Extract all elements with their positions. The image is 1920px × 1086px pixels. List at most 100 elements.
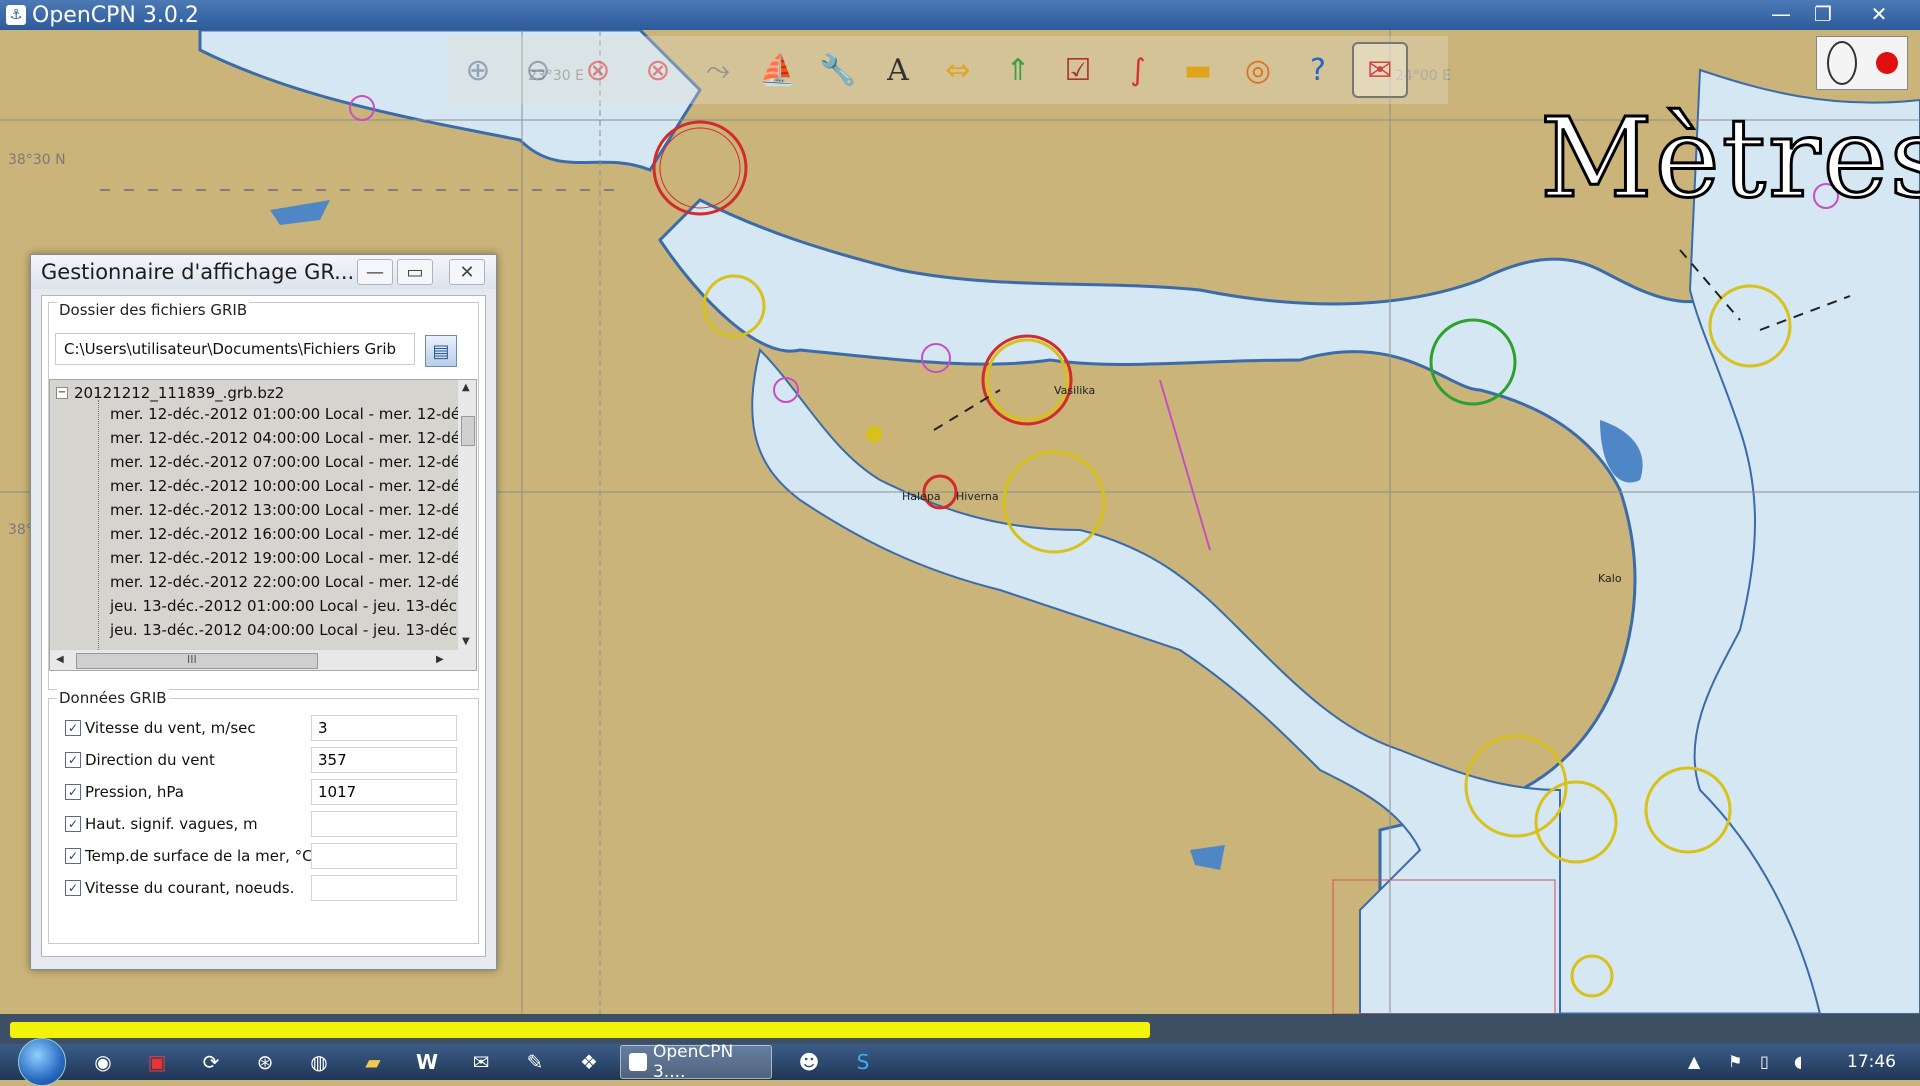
current-speed-label: Vitesse du courant, noeuds. <box>85 879 295 897</box>
tree-item[interactable]: mer. 12-déc.-2012 19:00:00 Local - mer. … <box>110 549 460 567</box>
help-icon[interactable]: ? <box>1292 44 1344 96</box>
tree-item[interactable]: jeu. 13-déc.-2012 04:00:00 Local - jeu. … <box>110 621 457 639</box>
tree-root-node[interactable]: − 20121212_111839_.grb.bz2 <box>56 384 284 402</box>
dialog-maximize-button[interactable]: ▭ <box>397 259 433 285</box>
pressure-checkbox[interactable]: ✓ <box>65 784 81 800</box>
network-icon[interactable]: ⊛ <box>248 1047 282 1077</box>
acrobat-icon[interactable]: ▣ <box>140 1047 174 1077</box>
opencpn-app-icon: ⚓ <box>6 5 26 25</box>
wave-height-value <box>311 811 457 837</box>
route-cancel-icon[interactable]: ⊗ <box>572 44 624 96</box>
dialog-minimize-button[interactable]: — <box>357 259 393 285</box>
tree-vertical-scrollbar[interactable]: ▲ ▼ <box>458 380 476 650</box>
cancel-icon[interactable]: ⊗ <box>632 44 684 96</box>
depth-unit-label: Mètres <box>1538 93 1920 224</box>
maximize-button[interactable]: ❐ <box>1802 0 1844 28</box>
notepad-icon[interactable]: ✎ <box>518 1047 552 1077</box>
field-row-pressure: ✓ Pression, hPa <box>65 779 184 805</box>
globe-icon[interactable]: ◍ <box>302 1047 336 1077</box>
grib-icon[interactable]: ✉ <box>1352 42 1408 98</box>
ship-icon[interactable]: ⛵ <box>752 44 804 96</box>
grib-folder-path-field[interactable]: C:\Users\utilisateur\Documents\Fichiers … <box>55 333 415 365</box>
skype-icon[interactable]: S <box>846 1047 880 1077</box>
wind-speed-checkbox[interactable]: ✓ <box>65 720 81 736</box>
track-icon[interactable]: ∫ <box>1112 44 1164 96</box>
battery-icon[interactable]: ▯ <box>1760 1052 1769 1071</box>
grib-folder-group-label: Dossier des fichiers GRIB <box>57 301 250 319</box>
zoom-out-icon[interactable]: ⊖ <box>512 44 564 96</box>
grib-data-group-label: Données GRIB <box>57 689 169 707</box>
sea-temp-checkbox[interactable]: ✓ <box>65 848 81 864</box>
lifebuoy-icon[interactable]: ◎ <box>1232 44 1284 96</box>
wrench-icon[interactable]: 🔧 <box>812 44 864 96</box>
word-icon[interactable]: W <box>410 1047 444 1077</box>
tree-item[interactable]: jeu. 13-déc.-2012 01:00:00 Local - jeu. … <box>110 597 457 615</box>
zoom-in-icon[interactable]: ⊕ <box>452 44 504 96</box>
horizontal-scroll-thumb[interactable]: III <box>76 653 318 669</box>
current-speed-checkbox[interactable]: ✓ <box>65 880 81 896</box>
grib-file-tree[interactable]: − 20121212_111839_.grb.bz2 mer. 12-déc.-… <box>49 379 477 671</box>
window-titlebar: ⚓ OpenCPN 3.0.2 — ❐ ✕ <box>0 0 1920 30</box>
flag-icon[interactable]: ⚑ <box>1728 1052 1742 1071</box>
tree-item[interactable]: mer. 12-déc.-2012 16:00:00 Local - mer. … <box>110 525 460 543</box>
route-icon[interactable]: ⤳ <box>692 44 744 96</box>
field-row-wind-speed: ✓ Vitesse du vent, m/sec <box>65 715 256 741</box>
start-button[interactable] <box>18 1038 66 1086</box>
place-name-hiverna: Hiverna <box>956 490 999 503</box>
tree-item[interactable]: mer. 12-déc.-2012 01:00:00 Local - mer. … <box>110 405 460 423</box>
wind-direction-value: 357 <box>311 747 457 773</box>
scroll-left-icon[interactable]: ◀ <box>56 654 64 665</box>
text-icon[interactable]: A <box>872 44 924 96</box>
compass-widget[interactable] <box>1816 36 1908 90</box>
field-row-wind-direction: ✓ Direction du vent <box>65 747 215 773</box>
tree-item[interactable]: mer. 12-déc.-2012 04:00:00 Local - mer. … <box>110 429 460 447</box>
wind-direction-label: Direction du vent <box>85 751 215 769</box>
tree-horizontal-scrollbar[interactable]: ◀ III ▶ <box>50 650 476 670</box>
field-row-sea-temp: ✓ Temp.de surface de la mer, °C <box>65 843 313 869</box>
minimize-button[interactable]: — <box>1760 0 1802 28</box>
vertical-scroll-thumb[interactable] <box>461 416 475 446</box>
taskbar-opencpn[interactable]: OpenCPN 3.... <box>620 1042 772 1082</box>
tray-expand-icon[interactable]: ▲ <box>1688 1052 1700 1071</box>
dialog-close-button[interactable]: ✕ <box>449 259 485 285</box>
tree-item[interactable]: mer. 12-déc.-2012 07:00:00 Local - mer. … <box>110 453 460 471</box>
grib-display-dialog: Gestionnaire d'affichage GR... — ▭ ✕ Dos… <box>30 254 497 970</box>
wind-direction-checkbox[interactable]: ✓ <box>65 752 81 768</box>
volume-icon[interactable]: ◖ <box>1794 1052 1802 1071</box>
compass-needle-icon <box>1826 41 1857 85</box>
record-dot-icon <box>1875 52 1898 74</box>
system-clock: 17:46 <box>1847 1052 1896 1072</box>
place-name-vasilika: Vasilika <box>1054 384 1096 397</box>
grib-data-group: Données GRIB ✓ Vitesse du vent, m/sec 3 ✓… <box>48 689 479 944</box>
select-icon[interactable]: ⇑ <box>992 44 1044 96</box>
sea-temp-label: Temp.de surface de la mer, °C <box>85 847 313 865</box>
sync-icon[interactable]: ⟳ <box>194 1047 228 1077</box>
tree-item[interactable]: mer. 12-déc.-2012 22:00:00 Local - mer. … <box>110 573 460 591</box>
pressure-label: Pression, hPa <box>85 783 184 801</box>
scroll-right-icon[interactable]: ▶ <box>436 654 444 665</box>
scroll-up-icon[interactable]: ▲ <box>462 382 470 393</box>
wave-height-checkbox[interactable]: ✓ <box>65 816 81 832</box>
move-icon[interactable]: ⇔ <box>932 44 984 96</box>
wind-speed-value: 3 <box>311 715 457 741</box>
thunderbird-icon[interactable]: ✉ <box>464 1047 498 1077</box>
field-row-current-speed: ✓ Vitesse du courant, noeuds. <box>65 875 294 901</box>
people-icon[interactable]: ☻ <box>792 1047 826 1077</box>
dialog-body: Dossier des fichiers GRIB C:\Users\utili… <box>41 295 486 957</box>
scroll-grip: III <box>187 653 197 666</box>
tree-item[interactable]: mer. 12-déc.-2012 10:00:00 Local - mer. … <box>110 477 460 495</box>
opencpn-task-icon <box>629 1053 647 1071</box>
grib-timeline-bar[interactable] <box>10 1022 1150 1038</box>
collapse-icon[interactable]: − <box>56 387 68 399</box>
explorer-icon[interactable]: ▰ <box>356 1047 390 1077</box>
folder-icon: ▤ <box>432 340 450 362</box>
field-row-wave-height: ✓ Haut. signif. vagues, m <box>65 811 258 837</box>
scroll-down-icon[interactable]: ▼ <box>462 636 470 647</box>
browse-folder-button[interactable]: ▤ <box>425 335 457 367</box>
chrome-icon[interactable]: ◉ <box>86 1047 120 1077</box>
tree-item[interactable]: mer. 12-déc.-2012 13:00:00 Local - mer. … <box>110 501 460 519</box>
graph-icon[interactable]: ☑ <box>1052 44 1104 96</box>
layer-icon[interactable]: ▬ <box>1172 44 1224 96</box>
app-icon[interactable]: ❖ <box>572 1047 606 1077</box>
close-button[interactable]: ✕ <box>1858 0 1900 28</box>
